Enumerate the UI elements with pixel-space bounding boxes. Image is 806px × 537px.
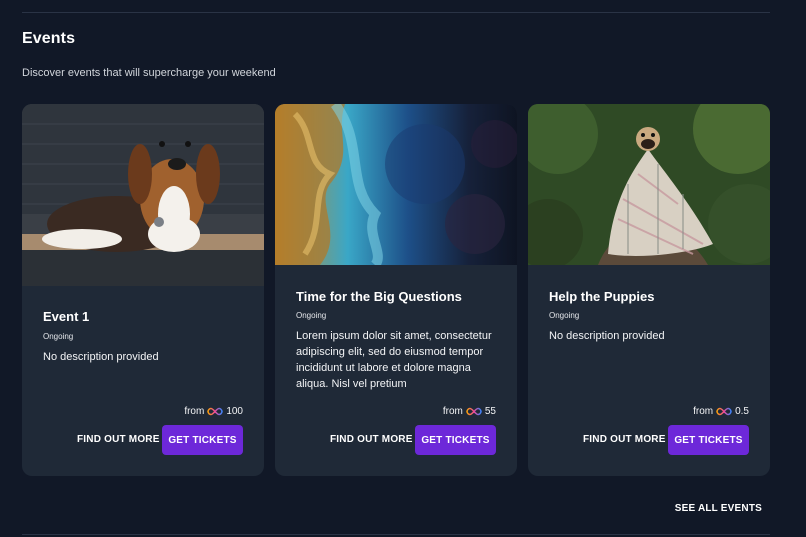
get-tickets-button[interactable]: GET TICKETS bbox=[668, 425, 749, 455]
event-price: from 100 bbox=[184, 406, 243, 417]
event-status: Ongoing bbox=[43, 332, 74, 341]
event-price: from 55 bbox=[443, 406, 496, 417]
event-image-pug bbox=[528, 104, 770, 265]
find-out-more-link[interactable]: FIND OUT MORE bbox=[330, 434, 413, 445]
section-subtitle: Discover events that will supercharge yo… bbox=[22, 67, 276, 79]
infinity-icon bbox=[207, 407, 224, 416]
event-image-beagle bbox=[22, 104, 264, 286]
price-value: 55 bbox=[484, 406, 496, 417]
get-tickets-button[interactable]: GET TICKETS bbox=[415, 425, 496, 455]
event-image-aerial-earth bbox=[275, 104, 517, 265]
price-value: 0.5 bbox=[735, 406, 749, 417]
section-title: Events bbox=[22, 30, 76, 47]
top-divider bbox=[22, 12, 770, 13]
event-price: from 0.5 bbox=[693, 406, 749, 417]
price-prefix: from bbox=[184, 406, 205, 417]
event-description: No description provided bbox=[43, 351, 159, 363]
get-tickets-button[interactable]: GET TICKETS bbox=[162, 425, 243, 455]
event-title[interactable]: Help the Puppies bbox=[549, 289, 654, 304]
event-card[interactable]: Event 1 Ongoing No description provided … bbox=[22, 104, 264, 476]
see-all-events-link[interactable]: SEE ALL EVENTS bbox=[675, 503, 762, 514]
event-status: Ongoing bbox=[549, 311, 580, 320]
price-prefix: from bbox=[442, 406, 463, 417]
price-prefix: from bbox=[693, 406, 714, 417]
event-title[interactable]: Time for the Big Questions bbox=[296, 289, 462, 304]
event-card[interactable]: Time for the Big Questions Ongoing Lorem… bbox=[275, 104, 517, 476]
infinity-icon bbox=[716, 407, 732, 416]
find-out-more-link[interactable]: FIND OUT MORE bbox=[583, 434, 666, 445]
price-value: 100 bbox=[226, 406, 243, 417]
bottom-divider bbox=[22, 534, 770, 535]
event-card[interactable]: Help the Puppies Ongoing No description … bbox=[528, 104, 770, 476]
event-status: Ongoing bbox=[296, 311, 327, 320]
infinity-icon bbox=[466, 407, 482, 416]
event-description: Lorem ipsum dolor sit amet, consectetur … bbox=[296, 330, 492, 390]
event-title[interactable]: Event 1 bbox=[43, 309, 89, 324]
find-out-more-link[interactable]: FIND OUT MORE bbox=[77, 434, 160, 445]
event-description: No description provided bbox=[549, 330, 665, 342]
